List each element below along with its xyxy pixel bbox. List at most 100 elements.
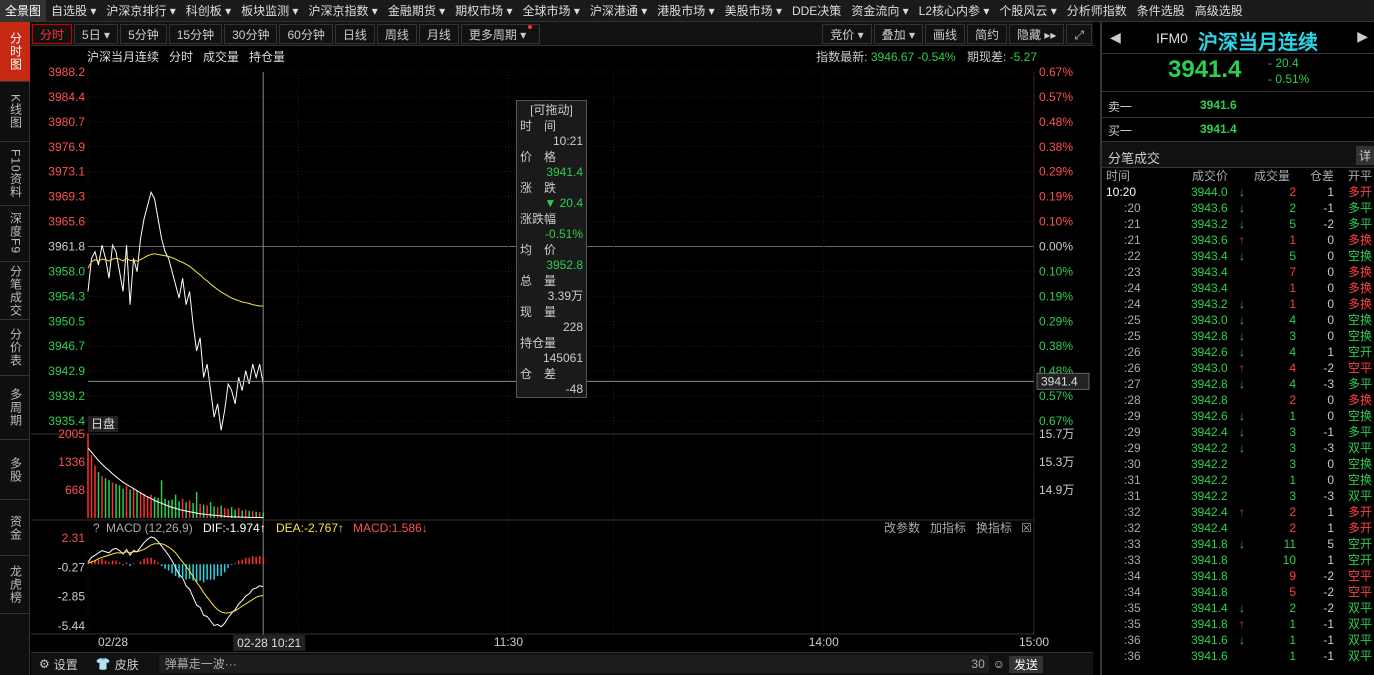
left-tab[interactable]: 多股 <box>0 440 30 500</box>
chart-tool-button[interactable]: ⤢ <box>1066 23 1092 44</box>
period-tab[interactable]: 周线 <box>376 23 417 44</box>
left-tab[interactable]: 分价表 <box>0 320 30 376</box>
tick-price: 3943.2 <box>1191 217 1228 231</box>
period-tab[interactable]: 更多周期 ▾ <box>460 23 541 44</box>
macd-action-button[interactable]: 改参数 <box>884 520 920 535</box>
tick-row: :21 3943.2 ↓ 5 -2 多平 <box>1102 216 1374 232</box>
detail-button[interactable]: 详 <box>1355 146 1374 165</box>
tick-oi-diff: -1 <box>1323 425 1334 439</box>
send-button[interactable]: 发送 <box>1009 655 1044 673</box>
menu-item[interactable]: 期权市场 ▾ <box>450 0 517 22</box>
bid-price: 3941.4 <box>1200 122 1237 136</box>
chart-tool-button[interactable]: 叠加 ▾ <box>873 23 923 44</box>
tick-volume: 11 <box>1283 537 1296 551</box>
left-tab[interactable]: 深度F9 <box>0 206 30 262</box>
menu-item[interactable]: 沪深港通 ▾ <box>585 0 652 22</box>
ticks-header: 时间 成交价 成交量 仓差 开平 <box>1102 168 1374 184</box>
menu-item[interactable]: 个股风云 ▾ <box>994 0 1061 22</box>
left-tab[interactable]: F10资料 <box>0 142 30 206</box>
tick-volume: 1 <box>1289 633 1296 647</box>
left-tab[interactable]: 分笔成交 <box>0 262 30 320</box>
period-tab[interactable]: 日线 <box>334 23 375 44</box>
tick-type: 空换 <box>1348 329 1373 343</box>
tick-type: 空换 <box>1348 473 1373 487</box>
pct-tick-label: 0.67% <box>1039 414 1073 428</box>
tick-time: :32 <box>1124 505 1141 519</box>
skin-button[interactable]: 皮肤 <box>115 656 139 673</box>
menu-item[interactable]: 自选股 ▾ <box>46 0 101 22</box>
danmu-input[interactable]: 弹幕走一波··· 30 <box>158 655 989 673</box>
chart-tool-button[interactable]: 竞价 ▾ <box>822 23 872 44</box>
tick-oi-diff: 0 <box>1327 329 1334 343</box>
left-tab[interactable]: 资金 <box>0 500 30 556</box>
gear-icon[interactable]: ⚙ <box>39 657 50 671</box>
period-tab[interactable]: 分时 <box>32 23 73 44</box>
macd-action-button[interactable]: 换指标 <box>976 520 1012 535</box>
period-tab[interactable]: 5日 ▾ <box>74 23 119 44</box>
period-tab[interactable]: 月线 <box>418 23 459 44</box>
tick-price: 3943.4 <box>1191 249 1228 263</box>
tick-price: 3943.0 <box>1191 313 1228 327</box>
left-tab[interactable]: 分时图 <box>0 22 30 82</box>
back-arrow-icon[interactable]: ◀ <box>1110 29 1121 46</box>
tick-oi-diff: 1 <box>1327 553 1334 567</box>
tick-volume: 2 <box>1289 505 1296 519</box>
menu-item[interactable]: 资金流向 ▾ <box>846 0 913 22</box>
tick-volume: 3 <box>1289 425 1296 439</box>
tick-row: :27 3942.8 ↓ 4 -3 多平 <box>1102 376 1374 392</box>
menu-item[interactable]: 科创板 ▾ <box>181 0 236 22</box>
chart-tool-button[interactable]: 画线 <box>924 23 965 44</box>
close-icon[interactable]: ☒ <box>1021 521 1032 535</box>
period-tab[interactable]: 30分钟 <box>224 23 278 44</box>
price-tick-label: 3958.0 <box>48 264 85 278</box>
tick-volume: 10 <box>1282 553 1296 567</box>
tick-type: 多平 <box>1348 201 1373 215</box>
menu-item[interactable]: 板块监测 ▾ <box>236 0 303 22</box>
menu-item[interactable]: 全景图 <box>0 0 47 22</box>
left-tab[interactable]: K线图 <box>0 82 30 142</box>
macd-action-button[interactable]: 加指标 <box>930 520 966 535</box>
menu-item[interactable]: 港股市场 ▾ <box>652 0 719 22</box>
menu-item[interactable]: 美股市场 ▾ <box>720 0 787 22</box>
menu-item[interactable]: 条件选股 <box>1132 0 1190 22</box>
tick-direction-icon: ↓ <box>1239 313 1245 327</box>
skin-icon[interactable]: 👕 <box>96 657 111 671</box>
pct-tick-label: 0.29% <box>1039 165 1073 179</box>
ticks-column-header: 成交量 <box>1254 169 1291 183</box>
tick-type: 空平 <box>1348 361 1373 375</box>
left-tab[interactable]: 多周期 <box>0 376 30 440</box>
emoji-icon[interactable]: ☺ <box>993 657 1005 671</box>
x-tick-label: 11:30 <box>494 635 523 649</box>
price-tick-label: 3984.4 <box>48 90 85 104</box>
tick-row: :29 3942.4 ↓ 3 -1 多平 <box>1102 424 1374 440</box>
forward-arrow-icon[interactable]: ▶ <box>1357 28 1368 45</box>
menu-item[interactable]: 高级选股 <box>1190 0 1248 22</box>
period-tab[interactable]: 15分钟 <box>168 23 223 44</box>
menu-item[interactable]: 沪深京指数 ▾ <box>303 0 382 22</box>
menu-item[interactable]: 金融期货 ▾ <box>383 0 450 22</box>
tick-row: :36 3941.6 1 -1 双平 <box>1102 648 1374 664</box>
menu-item[interactable]: 分析师指数 <box>1062 0 1132 22</box>
period-tab[interactable]: 60分钟 <box>279 23 333 44</box>
ticks-list: 10:20 3944.0 ↓ 2 1 多开:20 3943.6 ↓ 2 -1 多平:21 3943.2… <box>1102 184 1374 664</box>
chart-tool-button[interactable]: 简约 <box>966 23 1007 44</box>
tick-price: 3943.0 <box>1191 361 1228 375</box>
oi-tick-label: 15.3万 <box>1039 455 1074 469</box>
tooltip-price: 3941.4 <box>546 165 583 179</box>
settings-button[interactable]: 设置 <box>54 656 78 673</box>
chart-tool-button[interactable]: 隐藏 ▸▸ <box>1009 23 1065 44</box>
tick-volume: 3 <box>1289 457 1296 471</box>
left-tab-bar: 分时图 K线图 F10资料 深度F9 分笔成交 分价表 多周期 多股 资金 龙虎榜 <box>0 22 30 675</box>
left-tab[interactable]: 龙虎榜 <box>0 556 30 614</box>
crosshair-tooltip[interactable]: [可拖动] 时 间 10:21 价 格 3941.4 涨 跌 ▼ 20.4 涨跌… <box>516 100 587 398</box>
tick-time: :29 <box>1124 409 1141 423</box>
tick-type: 双平 <box>1348 633 1373 647</box>
tick-volume: 2 <box>1289 601 1296 615</box>
tick-direction-icon: ↓ <box>1239 201 1245 215</box>
menu-item[interactable]: L2核心内参 ▾ <box>914 0 995 22</box>
menu-item[interactable]: DDE决策 <box>787 0 846 22</box>
menu-item[interactable]: 全球市场 ▾ <box>518 0 585 22</box>
tick-row: :32 3942.4 ↑ 2 1 多开 <box>1102 504 1374 520</box>
menu-item[interactable]: 沪深京排行 ▾ <box>101 0 180 22</box>
period-tab[interactable]: 5分钟 <box>120 23 167 44</box>
